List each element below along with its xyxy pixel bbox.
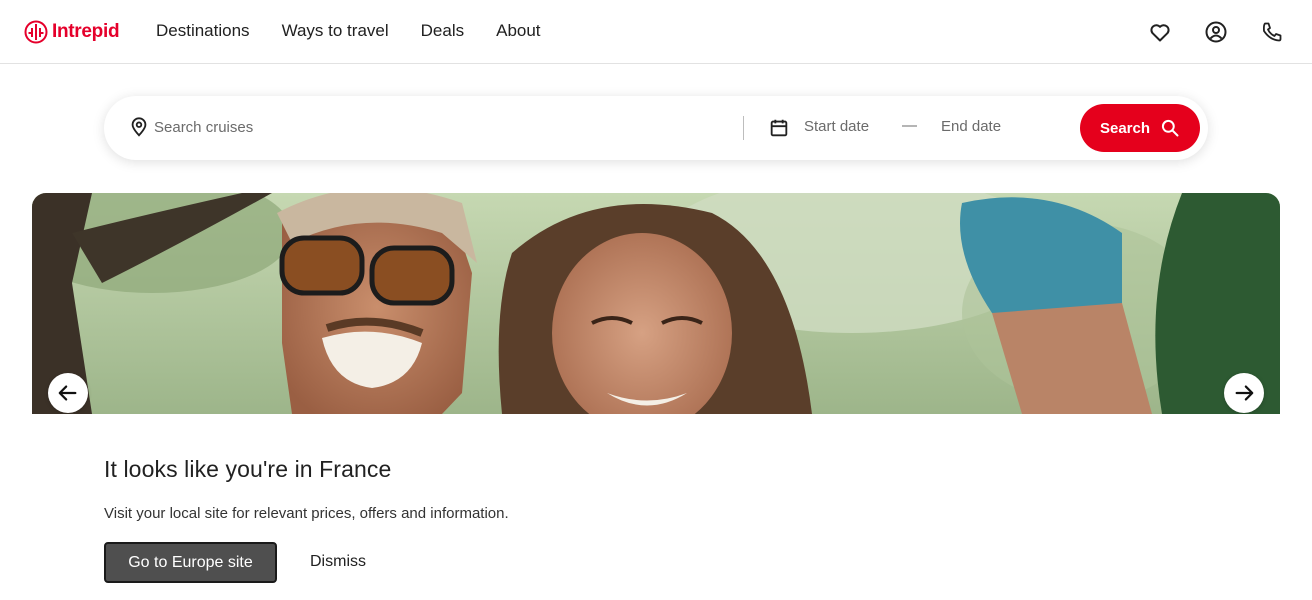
- arrow-right-icon: [1235, 385, 1254, 401]
- logo-text: Intrepid: [52, 21, 120, 42]
- geo-banner-text: Visit your local site for relevant price…: [104, 505, 509, 522]
- search-bar: Start date — End date Search: [104, 96, 1208, 160]
- carousel-next-button[interactable]: [1224, 373, 1264, 413]
- dismiss-button[interactable]: Dismiss: [310, 553, 366, 571]
- carousel-prev-button[interactable]: [48, 373, 88, 413]
- site-header: Intrepid Destinations Ways to travel Dea…: [0, 0, 1312, 64]
- nav-item-about[interactable]: About: [496, 20, 540, 42]
- logo-mark-icon: [24, 20, 48, 44]
- start-date-field[interactable]: Start date: [804, 118, 869, 135]
- nav-item-ways-to-travel[interactable]: Ways to travel: [282, 20, 389, 42]
- nav-item-deals[interactable]: Deals: [421, 20, 464, 42]
- location-pin-icon: [131, 117, 147, 137]
- header-actions: [1148, 20, 1284, 44]
- search-button[interactable]: Search: [1080, 104, 1200, 152]
- account-icon[interactable]: [1204, 20, 1228, 44]
- search-input[interactable]: [154, 114, 714, 140]
- nav-item-destinations[interactable]: Destinations: [156, 20, 250, 42]
- hero-carousel: [32, 193, 1280, 414]
- arrow-left-icon: [58, 385, 77, 401]
- geo-location-banner: It looks like you're in France Visit you…: [0, 414, 1312, 600]
- geo-banner-title: It looks like you're in France: [104, 456, 392, 482]
- intrepid-logo[interactable]: Intrepid: [24, 19, 120, 45]
- go-to-europe-site-button[interactable]: Go to Europe site: [104, 542, 277, 583]
- phone-icon[interactable]: [1260, 20, 1284, 44]
- search-divider: [743, 116, 744, 140]
- date-separator: —: [902, 117, 917, 134]
- end-date-field[interactable]: End date: [941, 118, 1001, 135]
- calendar-icon: [770, 119, 788, 137]
- search-button-label: Search: [1099, 119, 1151, 137]
- search-icon: [1161, 119, 1179, 137]
- hero-photo: [32, 193, 1280, 414]
- heart-icon[interactable]: [1148, 20, 1172, 44]
- main-nav: Destinations Ways to travel Deals About: [156, 20, 541, 42]
